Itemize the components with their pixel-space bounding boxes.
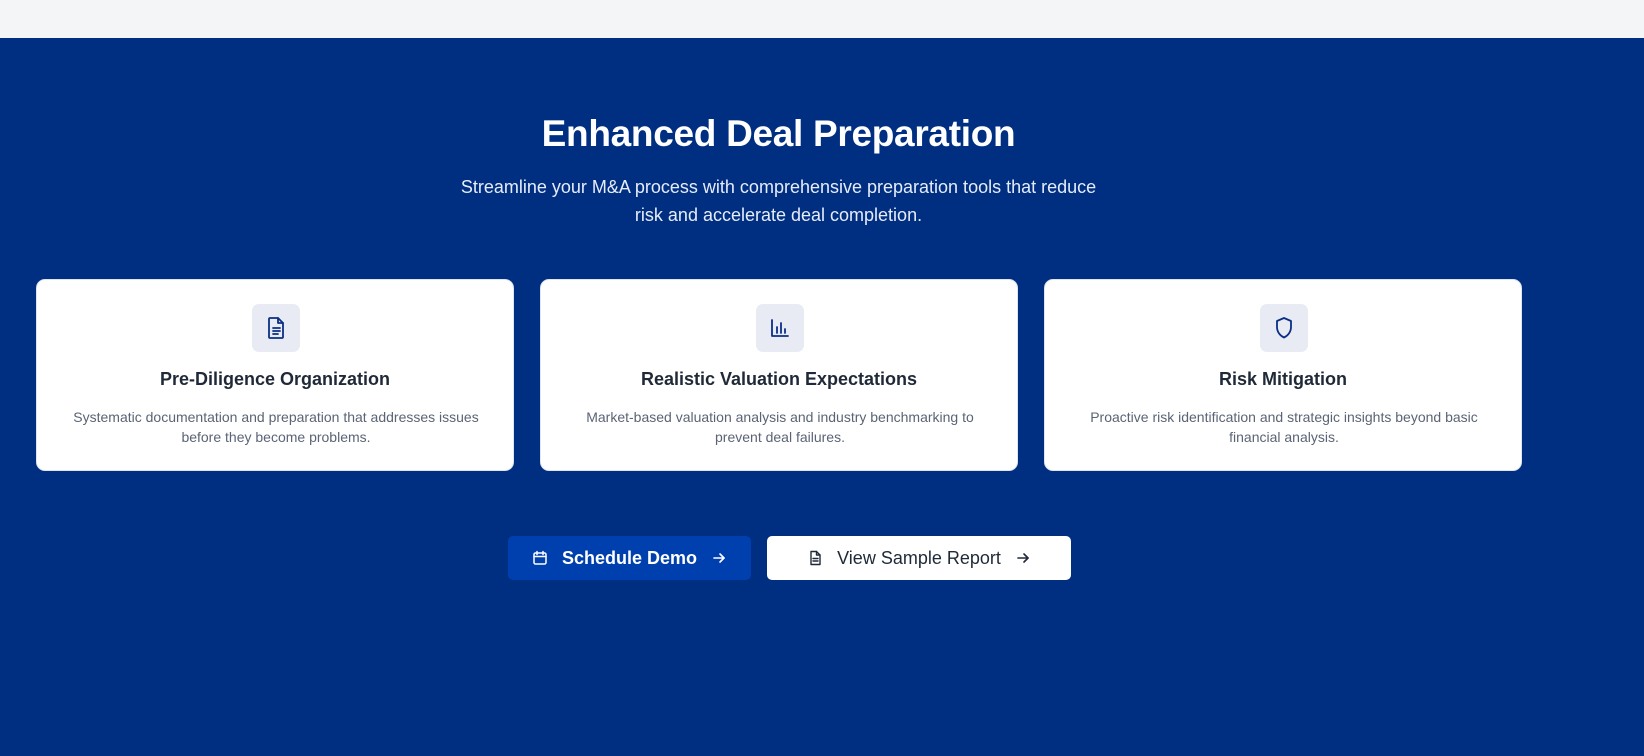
view-sample-report-button[interactable]: View Sample Report bbox=[767, 536, 1071, 580]
bar-chart-icon bbox=[756, 304, 804, 352]
card-description: Proactive risk identification and strate… bbox=[1090, 409, 1478, 445]
view-sample-report-label: View Sample Report bbox=[837, 547, 1001, 568]
shield-icon bbox=[1260, 304, 1308, 352]
calendar-icon bbox=[532, 550, 548, 566]
card-title: Pre-Diligence Organization bbox=[159, 369, 391, 389]
card-description: Systematic documentation and preparation… bbox=[73, 409, 479, 445]
feature-card-pre-diligence: Pre-Diligence Organization Systematic do… bbox=[36, 279, 514, 471]
page-subtitle: Streamline your M&A process with compreh… bbox=[460, 177, 1097, 225]
feature-card-risk: Risk Mitigation Proactive risk identific… bbox=[1044, 279, 1522, 471]
page-title: Enhanced Deal Preparation bbox=[541, 113, 1016, 154]
feature-card-valuation: Realistic Valuation Expectations Market-… bbox=[540, 279, 1018, 471]
card-title: Realistic Valuation Expectations bbox=[640, 369, 918, 389]
card-title: Risk Mitigation bbox=[1218, 369, 1347, 389]
document-icon bbox=[807, 550, 823, 566]
document-icon bbox=[252, 304, 300, 352]
card-description: Market-based valuation analysis and indu… bbox=[586, 409, 974, 445]
arrow-right-icon bbox=[711, 550, 727, 566]
schedule-demo-label: Schedule Demo bbox=[561, 547, 698, 568]
top-bar bbox=[0, 0, 1644, 38]
schedule-demo-button[interactable]: Schedule Demo bbox=[508, 536, 751, 580]
arrow-right-icon bbox=[1015, 550, 1031, 566]
